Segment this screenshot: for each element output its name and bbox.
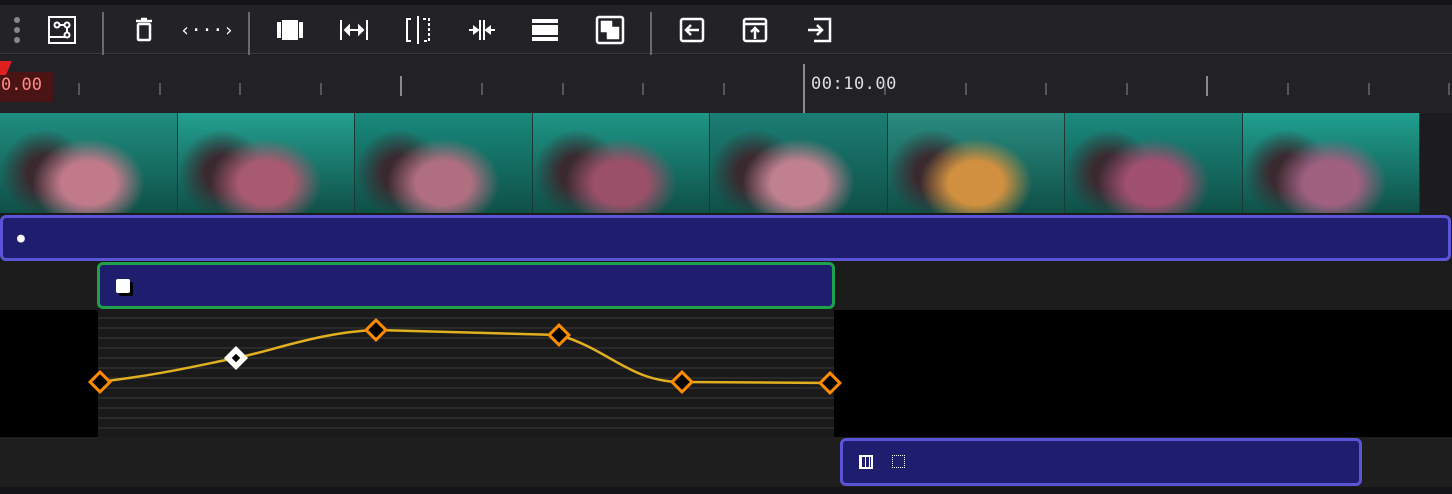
ruler-tick xyxy=(158,83,161,95)
ruler-tick xyxy=(722,83,725,95)
split-icon[interactable] xyxy=(401,13,435,47)
ruler-tick xyxy=(1367,83,1370,95)
playhead[interactable] xyxy=(0,61,12,75)
align-icon[interactable] xyxy=(528,13,562,47)
export-right-icon[interactable] xyxy=(802,13,836,47)
current-time-label: 0.00 xyxy=(0,72,53,102)
ruler-tick xyxy=(319,83,322,95)
ruler-tick xyxy=(78,83,80,95)
ruler-tick xyxy=(400,76,403,96)
toolbar-divider xyxy=(102,12,104,56)
ruler-tick xyxy=(642,83,645,95)
video-thumbnail xyxy=(532,113,710,213)
ruler-tick xyxy=(1125,83,1128,95)
track-1: ● xyxy=(0,213,1452,262)
ruler-tick xyxy=(1287,83,1289,95)
drag-handle-icon[interactable] xyxy=(0,13,34,47)
ruler-tick xyxy=(1206,76,1209,96)
track-2 xyxy=(0,262,1452,310)
filter-icon: ● xyxy=(17,231,25,246)
video-thumbnail xyxy=(1242,113,1420,213)
effect-clip[interactable]: ● xyxy=(0,215,1451,261)
video-thumbnail xyxy=(1065,113,1243,213)
ruler-tick xyxy=(964,83,967,95)
video-thumbnail xyxy=(177,113,355,213)
ruler-tick xyxy=(1448,83,1451,95)
ruler-tick xyxy=(481,83,483,95)
ruler-tick xyxy=(561,83,564,95)
ruler-tick xyxy=(1045,83,1048,95)
export-up-icon[interactable] xyxy=(738,13,772,47)
keyframe-graph[interactable] xyxy=(0,310,1452,437)
import-left-icon[interactable] xyxy=(675,13,709,47)
video-thumbnail-strip[interactable] xyxy=(0,113,1452,213)
toolbar-divider xyxy=(248,12,250,56)
delete-icon[interactable] xyxy=(127,13,161,47)
track-4 xyxy=(0,437,1452,487)
ruler-tick xyxy=(884,83,886,95)
picture-in-picture-icon[interactable] xyxy=(593,13,627,47)
compress-icon[interactable] xyxy=(465,13,499,47)
ruler-tick xyxy=(239,83,242,95)
crop-icon xyxy=(892,455,905,468)
bottom-strip xyxy=(0,487,1452,494)
grid-icon xyxy=(859,455,873,469)
clip-icon[interactable] xyxy=(273,13,307,47)
keyframe-track xyxy=(0,310,1452,437)
video-thumbnail xyxy=(0,113,178,213)
toolbar: ‹···› xyxy=(0,5,1452,56)
selected-adjustment-clip[interactable] xyxy=(97,262,835,309)
ruler-tick xyxy=(803,64,806,113)
video-thumbnail xyxy=(710,113,888,213)
expand-icon[interactable]: ‹···› xyxy=(180,13,234,47)
video-thumbnail xyxy=(887,113,1065,213)
video-thumbnail xyxy=(355,113,533,213)
transform-clip[interactable] xyxy=(840,438,1362,486)
keyframe-graph-icon[interactable] xyxy=(45,13,79,47)
adjustment-icon xyxy=(116,279,130,293)
timeline-ruler[interactable]: 0.00 00:10.00 xyxy=(0,55,1452,113)
toolbar-divider xyxy=(650,12,652,56)
fit-width-icon[interactable] xyxy=(337,13,371,47)
